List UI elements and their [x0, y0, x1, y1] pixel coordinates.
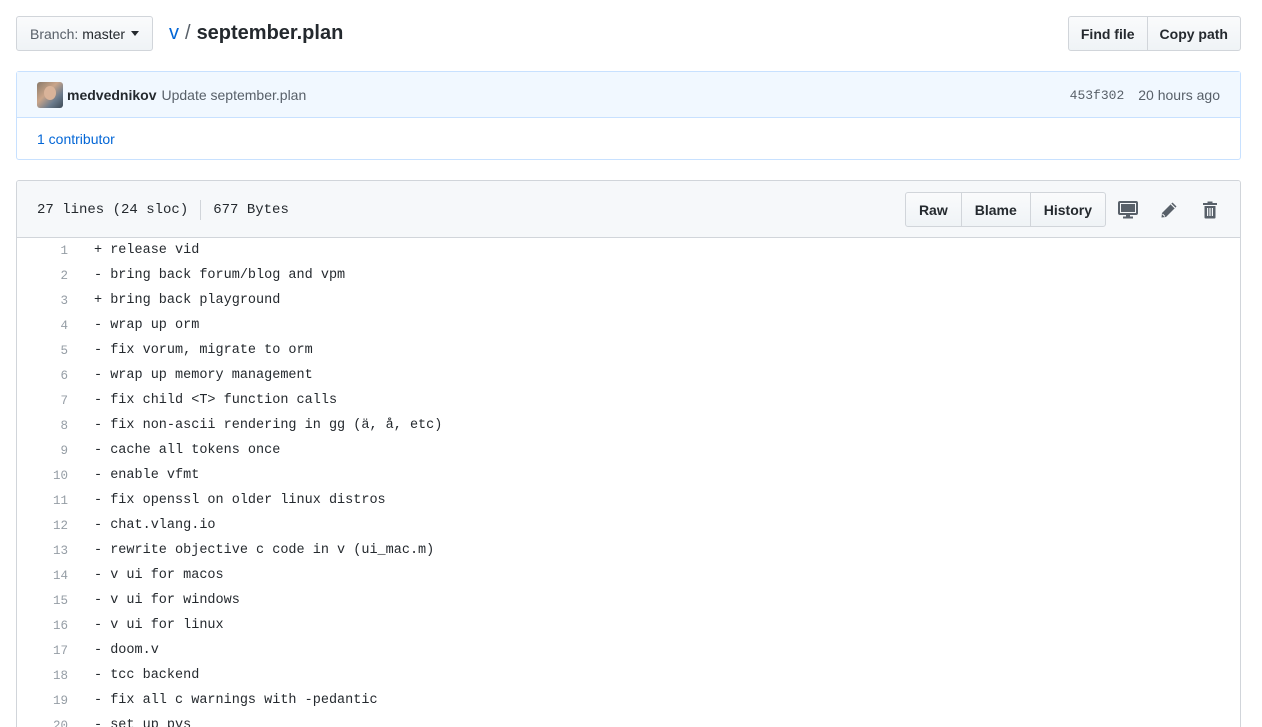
line-number[interactable]: 2 [17, 269, 68, 283]
file-info: 27 lines (24 sloc) 677 Bytes [37, 181, 289, 238]
line-number[interactable]: 4 [17, 319, 68, 333]
line-content: - rewrite objective c code in v (ui_mac.… [94, 543, 435, 558]
line-number[interactable]: 20 [17, 719, 68, 727]
file-info-divider [200, 199, 202, 220]
line-number[interactable]: 8 [17, 419, 68, 433]
code-line: 1 + release vid [17, 238, 1240, 263]
line-number[interactable]: 14 [17, 569, 68, 583]
line-content: - bring back forum/blog and vpm [94, 268, 346, 283]
line-number[interactable]: 18 [17, 669, 68, 683]
code-line: 5 - fix vorum, migrate to orm [17, 338, 1240, 363]
commit-message-link[interactable]: Update september.plan [161, 87, 306, 103]
line-number[interactable]: 6 [17, 369, 68, 383]
line-content: - set up pvs [94, 718, 192, 727]
line-number[interactable]: 11 [17, 494, 68, 508]
contributors-row: 1 contributor [17, 118, 1240, 159]
pencil-icon[interactable] [1159, 200, 1179, 220]
line-content: - fix vorum, migrate to orm [94, 343, 313, 358]
line-number[interactable]: 7 [17, 394, 68, 408]
commit-meta: 453f302 20 hours ago [1070, 72, 1220, 118]
line-content: - enable vfmt [94, 468, 200, 483]
line-number[interactable]: 9 [17, 444, 68, 458]
line-number[interactable]: 5 [17, 344, 68, 358]
breadcrumb-repo-link[interactable]: v [169, 22, 179, 45]
commit-tease: medvednikov Update september.plan 453f30… [17, 72, 1240, 118]
file-navigation: Branch: master v / september.plan Find f… [16, 16, 1241, 51]
code-line: 12 - chat.vlang.io [17, 513, 1240, 538]
line-content: - v ui for windows [94, 593, 240, 608]
line-content: - fix child <T> function calls [94, 393, 338, 408]
line-content: - cache all tokens once [94, 443, 281, 458]
history-button[interactable]: History [1029, 192, 1106, 227]
line-content: - doom.v [94, 643, 159, 658]
file-nav-buttons: Find file Copy path [1067, 16, 1241, 51]
code-line: 17 - doom.v [17, 638, 1240, 663]
code-line: 10 - enable vfmt [17, 463, 1240, 488]
line-content: - fix all c warnings with -pedantic [94, 693, 378, 708]
line-content: - fix openssl on older linux distros [94, 493, 386, 508]
line-content: + bring back playground [94, 293, 281, 308]
commit-sha-link[interactable]: 453f302 [1070, 88, 1125, 103]
line-content: - v ui for linux [94, 618, 224, 633]
line-content: - v ui for macos [94, 568, 224, 583]
line-content: - chat.vlang.io [94, 518, 216, 533]
commit-author-link[interactable]: medvednikov [67, 87, 156, 103]
raw-button[interactable]: Raw [904, 192, 962, 227]
line-number[interactable]: 16 [17, 619, 68, 633]
line-number[interactable]: 10 [17, 469, 68, 483]
line-number[interactable]: 19 [17, 694, 68, 708]
code-line: 16 - v ui for linux [17, 613, 1240, 638]
code-line: 15 - v ui for windows [17, 588, 1240, 613]
trash-icon[interactable] [1200, 200, 1220, 220]
branch-prefix-label: Branch: [30, 25, 79, 42]
file-actions: Raw Blame History [904, 192, 1220, 227]
line-content: - fix non-ascii rendering in gg (ä, å, e… [94, 418, 443, 433]
branch-name-label: master [82, 25, 126, 42]
code-line: 2 - bring back forum/blog and vpm [17, 263, 1240, 288]
code-line: 11 - fix openssl on older linux distros [17, 488, 1240, 513]
line-number[interactable]: 17 [17, 644, 68, 658]
file-view: 27 lines (24 sloc) 677 Bytes Raw Blame H… [16, 180, 1241, 727]
file-size: 677 Bytes [213, 201, 289, 218]
blame-button[interactable]: Blame [960, 192, 1031, 227]
line-number[interactable]: 12 [17, 519, 68, 533]
code-line: 6 - wrap up memory management [17, 363, 1240, 388]
code-line: 18 - tcc backend [17, 663, 1240, 688]
code-line: 7 - fix child <T> function calls [17, 388, 1240, 413]
contributors-link[interactable]: 1 contributor [37, 131, 115, 147]
breadcrumb-separator: / [185, 22, 191, 44]
breadcrumb-file-name: september.plan [196, 22, 344, 44]
line-content: - tcc backend [94, 668, 200, 683]
commit-time: 20 hours ago [1138, 87, 1220, 103]
line-content: - wrap up memory management [94, 368, 313, 383]
copy-path-button[interactable]: Copy path [1147, 16, 1241, 51]
commit-tease-box: medvednikov Update september.plan 453f30… [16, 71, 1241, 160]
code-line: 19 - fix all c warnings with -pedantic [17, 688, 1240, 713]
line-content: + release vid [94, 243, 200, 258]
line-number[interactable]: 13 [17, 544, 68, 558]
code-view: 1 + release vid 2 - bring back forum/blog … [17, 238, 1240, 727]
branch-select-button[interactable]: Branch: master [16, 16, 154, 51]
code-line: 20 - set up pvs [17, 713, 1240, 727]
code-line: 14 - v ui for macos [17, 563, 1240, 588]
file-header: 27 lines (24 sloc) 677 Bytes Raw Blame H… [17, 181, 1240, 238]
code-line: 8 - fix non-ascii rendering in gg (ä, å, … [17, 413, 1240, 438]
code-line: 3 + bring back playground [17, 288, 1240, 313]
caret-down-icon [131, 31, 140, 36]
code-line: 9 - cache all tokens once [17, 438, 1240, 463]
line-number[interactable]: 1 [17, 244, 68, 258]
line-number[interactable]: 15 [17, 594, 68, 608]
line-number[interactable]: 3 [17, 294, 68, 308]
file-lines-info: 27 lines (24 sloc) [37, 201, 189, 218]
code-line: 13 - rewrite objective c code in v (ui_ma… [17, 538, 1240, 563]
line-content: - wrap up orm [94, 318, 200, 333]
desktop-icon[interactable] [1118, 200, 1138, 220]
code-line: 4 - wrap up orm [17, 313, 1240, 338]
breadcrumb: v / september.plan [169, 16, 343, 51]
avatar[interactable] [37, 81, 63, 108]
find-file-button[interactable]: Find file [1067, 16, 1148, 51]
